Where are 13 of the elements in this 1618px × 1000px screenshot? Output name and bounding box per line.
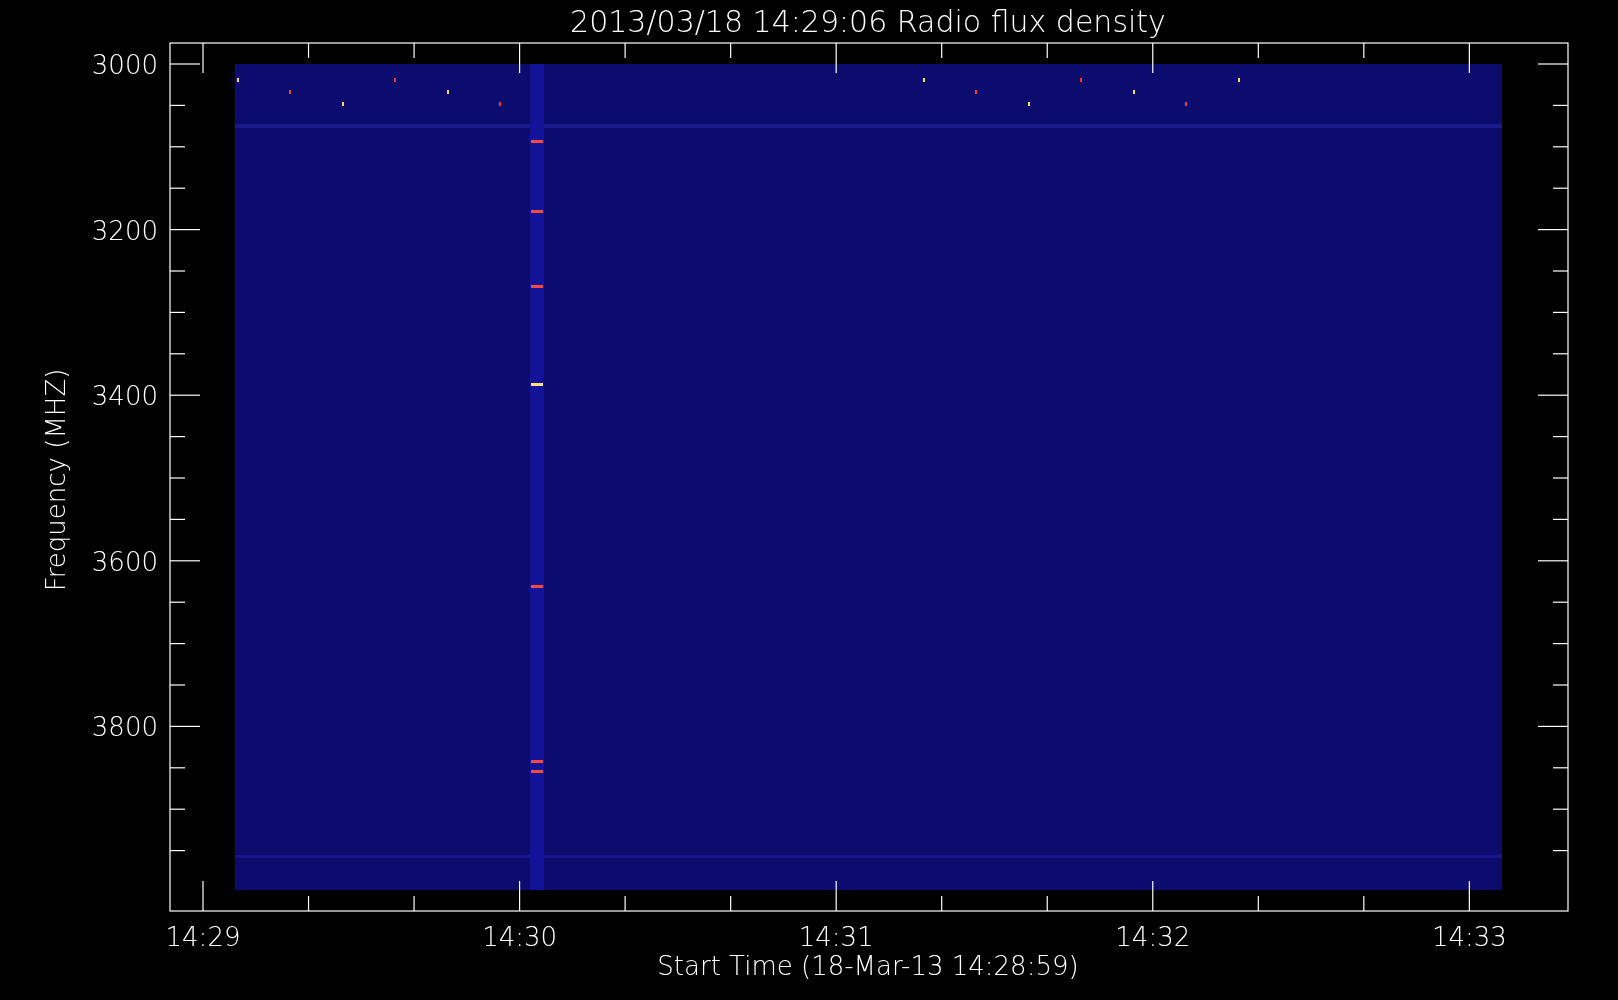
- x-axis-label: Start Time (18-Mar-13 14:28:59): [657, 951, 1079, 981]
- y-tick-label: 3600: [91, 546, 158, 577]
- x-tick-label: 14:30: [482, 922, 558, 952]
- y-axis-label: Frequency (MHZ): [41, 368, 71, 592]
- x-tick-label: 14:32: [1115, 922, 1191, 952]
- y-tick-label: 3800: [91, 712, 158, 743]
- y-tick-label: 3000: [91, 50, 158, 80]
- chart-title: 2013/03/18 14:29:06 Radio flux density: [570, 4, 1166, 39]
- x-tick-label: 14:29: [165, 922, 241, 952]
- y-tick-label: 3200: [91, 215, 158, 246]
- x-tick-label: 14:31: [798, 922, 874, 952]
- x-tick-label: 14:33: [1431, 922, 1507, 952]
- y-tick-label: 3400: [91, 381, 158, 412]
